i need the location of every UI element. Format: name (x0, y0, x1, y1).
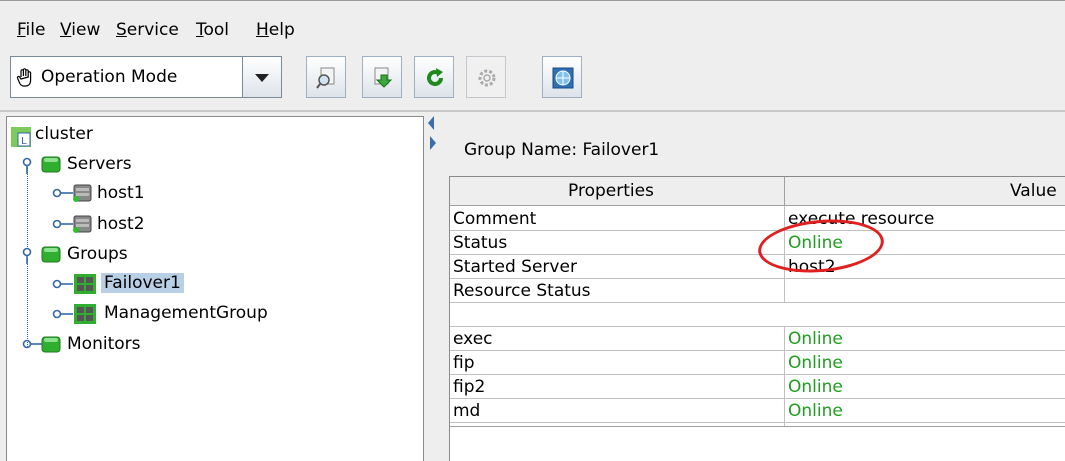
table-grid-line (784, 326, 785, 426)
collapsed-handle-icon (52, 279, 73, 289)
tree-label-host1: host1 (97, 183, 145, 203)
table-grid-line (450, 254, 1065, 255)
table-grid-line (450, 278, 1065, 279)
collapsed-handle-icon (52, 188, 73, 198)
folder-green-icon (41, 246, 61, 263)
tree-guide-line (27, 259, 29, 347)
network-view-button[interactable] (542, 56, 582, 98)
toolbar-separator (0, 110, 1065, 112)
expanded-handle-icon (22, 247, 32, 264)
tree-label-groups: Groups (67, 244, 128, 264)
table-grid-line (450, 350, 1065, 351)
tree-label-host2: host2 (97, 214, 145, 234)
group-name-title: Group Name: Failover1 (464, 140, 660, 160)
gear-icon (478, 69, 496, 87)
hand-pointer-icon (16, 68, 32, 87)
settings-button[interactable] (466, 56, 506, 98)
svg-text:L: L (21, 136, 27, 147)
server-icon (73, 215, 92, 233)
tree-node-cluster[interactable]: L cluster (9, 123, 309, 149)
tree-label-cluster: cluster (35, 124, 93, 144)
app-window: File View Service Tool Help Operation Mo… (0, 0, 1065, 461)
folder-green-icon (41, 336, 61, 353)
column-header-label: Properties (568, 181, 654, 201)
table-grid-line (450, 230, 1065, 231)
column-header-label: Value (1010, 181, 1057, 201)
table-grid-line (450, 422, 1065, 423)
table-grid-line (450, 302, 1065, 303)
tree-label-servers: Servers (67, 154, 132, 174)
collapse-left-icon[interactable] (428, 116, 434, 130)
toolbar: Operation Mode (0, 46, 1065, 110)
tree-node-groups[interactable]: Groups (21, 241, 321, 267)
operation-mode-select[interactable]: Operation Mode (10, 56, 282, 98)
tree-node-failover1[interactable]: Failover1 (51, 271, 351, 297)
menu-bar: File View Service Tool Help (0, 1, 1065, 46)
table-grid-line (450, 426, 1065, 427)
menu-service[interactable]: Service (116, 20, 179, 40)
group-icon (74, 304, 96, 324)
menu-view[interactable]: View (60, 20, 100, 40)
tree-node-host2[interactable]: host2 (51, 211, 351, 237)
refresh-green-icon (427, 68, 443, 86)
properties-table: Properties Value Comment execute resourc… (449, 176, 1065, 461)
tree-node-servers[interactable]: Servers (21, 151, 321, 177)
server-icon (73, 184, 92, 202)
tree-node-monitors[interactable]: Monitors (21, 331, 321, 357)
menu-tool[interactable]: Tool (196, 20, 229, 40)
tree-label-failover1: Failover1 (101, 273, 184, 293)
magnifier-icon (316, 67, 335, 89)
collapsed-handle-icon (52, 219, 73, 229)
menu-file[interactable]: File (17, 20, 45, 40)
tree-node-host1[interactable]: host1 (51, 180, 351, 206)
collapsed-handle-icon (22, 339, 43, 349)
column-header-properties[interactable]: Properties (450, 177, 785, 206)
tree-label-monitors: Monitors (67, 334, 141, 354)
download-green-icon (374, 67, 393, 88)
collapsed-handle-icon (52, 309, 73, 319)
table-grid-line (450, 374, 1065, 375)
globe-icon (552, 67, 574, 89)
table-grid-line (450, 398, 1065, 399)
group-icon (74, 274, 96, 294)
download-button[interactable] (362, 56, 402, 98)
menu-help[interactable]: Help (256, 20, 295, 40)
cluster-tree: L cluster Servers host1 host2 Groups Fai… (6, 116, 424, 461)
search-button[interactable] (306, 56, 346, 98)
collapse-right-icon[interactable] (430, 136, 436, 150)
tree-node-management-group[interactable]: ManagementGroup (51, 301, 391, 327)
folder-green-icon (41, 156, 61, 173)
split-pane-divider[interactable] (424, 116, 444, 461)
operation-mode-label: Operation Mode (41, 67, 178, 87)
tree-label-management-group: ManagementGroup (104, 303, 268, 323)
table-grid-line (450, 326, 1065, 327)
chevron-down-icon[interactable] (242, 57, 281, 97)
cluster-icon: L (11, 127, 31, 147)
tree-guide-line (27, 167, 29, 247)
column-header-value[interactable]: Value (785, 177, 1065, 206)
refresh-button[interactable] (414, 56, 454, 98)
expanded-handle-icon (22, 157, 32, 174)
